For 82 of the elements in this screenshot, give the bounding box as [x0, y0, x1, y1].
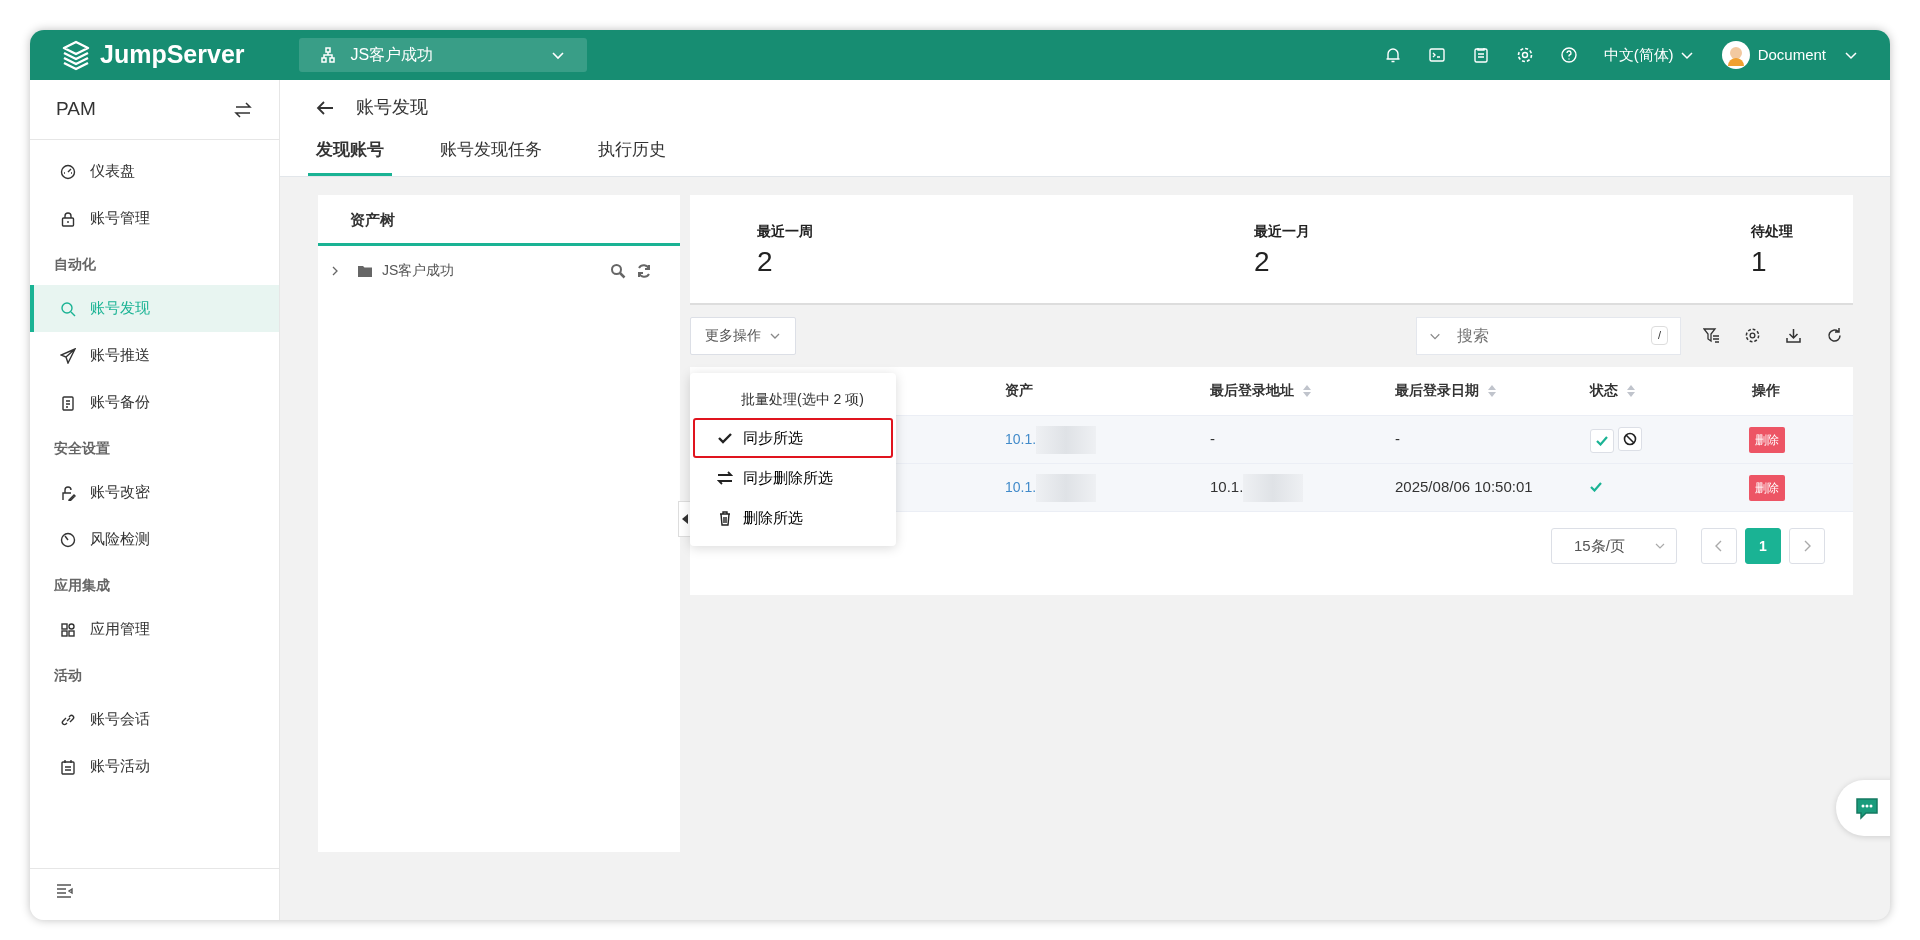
- refresh-icon[interactable]: [1826, 327, 1843, 344]
- stat-value: 1: [1751, 244, 1768, 279]
- tab[interactable]: 账号发现任务: [432, 129, 550, 176]
- download-icon[interactable]: [1785, 327, 1802, 344]
- sidebar-title: PAM: [56, 97, 96, 122]
- language-select[interactable]: 中文(简体): [1603, 43, 1696, 67]
- sidebar-item[interactable]: 风险检测: [30, 516, 279, 563]
- menu-section-label: 自动化: [53, 255, 97, 274]
- switch-icon[interactable]: [233, 99, 253, 120]
- sidebar-item[interactable]: 账号备份: [30, 379, 279, 426]
- settings-icon[interactable]: [1744, 327, 1761, 344]
- search-icon[interactable]: [610, 262, 626, 279]
- search-icon: [60, 300, 76, 317]
- column-header: 操作: [1752, 381, 1780, 401]
- sidebar-item[interactable]: 账号推送: [30, 332, 279, 379]
- sidebar-item[interactable]: 账号改密: [30, 469, 279, 516]
- logo-text: JumpServer: [100, 39, 245, 71]
- refresh-icon[interactable]: [636, 262, 652, 279]
- expand-caret-icon[interactable]: [330, 265, 340, 276]
- edit-lock-icon: [60, 484, 76, 501]
- terminal-icon[interactable]: [1427, 46, 1446, 64]
- asset-tree-tab[interactable]: 资产树: [350, 210, 395, 228]
- lock-icon: [60, 210, 76, 227]
- apps-icon: [60, 621, 76, 638]
- table-cell: 2025/08/06 10:50:01: [1395, 478, 1533, 496]
- sidebar-item[interactable]: 仪表盘: [30, 148, 279, 195]
- user-menu[interactable]: Document: [1721, 41, 1860, 69]
- sidebar-item[interactable]: 账号管理: [30, 195, 279, 242]
- hierarchy-icon: [318, 46, 337, 64]
- avatar-icon: [1721, 41, 1750, 69]
- search-box[interactable]: 搜索 /: [1416, 316, 1681, 355]
- calendar-icon: [60, 758, 76, 775]
- document-icon: [60, 394, 76, 411]
- more-actions-button[interactable]: 更多操作: [690, 316, 796, 355]
- table-cell: -: [1395, 430, 1400, 448]
- swap-arrows-icon: [717, 470, 733, 486]
- table-cell: 10.1.: [1210, 477, 1244, 495]
- column-header[interactable]: 状态: [1590, 380, 1636, 402]
- dropdown-header: 批量处理(选中 2 项): [740, 390, 865, 409]
- menu-section-label: 活动: [53, 666, 83, 685]
- chevron-right-icon: [1802, 540, 1812, 552]
- filter-icon[interactable]: [1703, 327, 1720, 344]
- stat-label: 待处理: [1751, 221, 1793, 241]
- help-icon[interactable]: [1559, 46, 1578, 64]
- check-icon: [1596, 435, 1608, 446]
- column-header[interactable]: 最后登录日期: [1395, 380, 1497, 402]
- table-cell: -: [1210, 430, 1215, 448]
- dropdown-menu-item[interactable]: 同步所选: [693, 418, 893, 458]
- menu-section-label: 应用集成: [53, 576, 111, 595]
- stat-label: 最近一周: [757, 221, 813, 241]
- stat-value: 2: [1254, 244, 1271, 279]
- trash-icon: [717, 510, 733, 526]
- sidebar-item[interactable]: 账号活动: [30, 743, 279, 790]
- folder-icon: [358, 264, 372, 277]
- clipboard-icon[interactable]: [1471, 46, 1490, 64]
- tab[interactable]: 执行历史: [590, 129, 674, 176]
- shortcut-key: /: [1650, 326, 1668, 345]
- menu-section-label: 安全设置: [53, 439, 111, 458]
- paper-plane-icon: [60, 347, 76, 364]
- page-title: 账号发现: [356, 96, 428, 119]
- check-icon: [717, 430, 733, 446]
- tree-node-label[interactable]: JS客户成功: [382, 260, 600, 281]
- stat-value: 2: [757, 244, 774, 279]
- chevron-left-icon: [1714, 540, 1724, 552]
- page-size-select[interactable]: 15条/页: [1551, 528, 1677, 564]
- back-arrow-icon[interactable]: [316, 99, 334, 116]
- column-header[interactable]: 最后登录地址: [1210, 380, 1312, 402]
- collapse-menu-icon[interactable]: [56, 883, 74, 899]
- dropdown-menu-item[interactable]: 删除所选: [693, 498, 893, 538]
- logo-icon: [60, 39, 92, 71]
- sidebar-item[interactable]: 账号会话: [30, 696, 279, 743]
- column-header: 资产: [1005, 381, 1033, 401]
- stat-label: 最近一月: [1254, 221, 1310, 241]
- tab[interactable]: 发现账号: [308, 129, 392, 176]
- sidebar-item[interactable]: 应用管理: [30, 606, 279, 653]
- ban-icon: [1623, 431, 1637, 446]
- dashboard-icon: [60, 163, 76, 180]
- timer-icon: [60, 531, 76, 548]
- ignore-button[interactable]: [1618, 426, 1642, 451]
- chat-bubble-icon[interactable]: [1836, 780, 1890, 836]
- check-icon: [1590, 482, 1602, 492]
- dropdown-menu-item[interactable]: 同步删除所选: [693, 458, 893, 498]
